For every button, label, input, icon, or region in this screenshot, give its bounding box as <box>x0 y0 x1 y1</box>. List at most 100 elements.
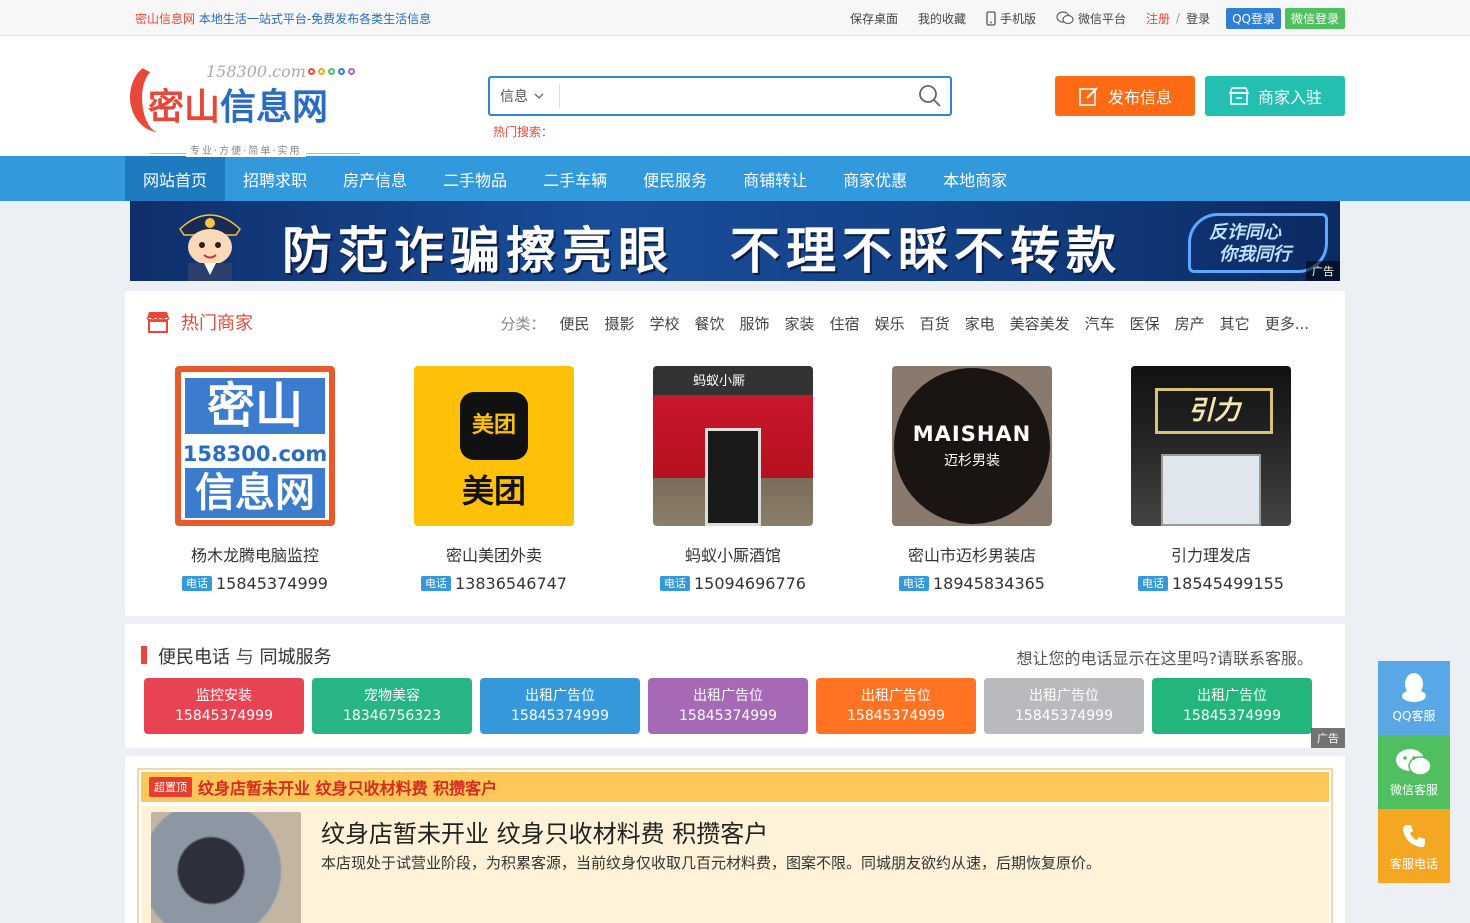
top-post-description: 本店现处于试营业阶段，为积累客源，当前纹身仅收取几百元材料费，图案不限。同城朋友… <box>321 854 1102 872</box>
merchant-join-button[interactable]: 商家入驻 <box>1205 76 1345 116</box>
edit-icon <box>1079 87 1098 106</box>
merchant-card[interactable]: 美团 美团 密山美团外卖 电话 13836546747 <box>414 366 574 593</box>
merchant-join-label: 商家入驻 <box>1257 88 1322 107</box>
top-post-body: 纹身店暂未开业 纹身只收材料费 积攒客户 本店现处于试营业阶段，为积累客源，当前… <box>141 806 1329 923</box>
logo-tagline: 专业·方便·简单·实用 <box>186 142 306 157</box>
nav-item-shop-transfer[interactable]: 商铺转让 <box>725 156 825 201</box>
nav-item-used-cars[interactable]: 二手车辆 <box>525 156 625 201</box>
search-category-select[interactable]: 信息 <box>490 84 560 108</box>
category-link[interactable]: 娱乐 <box>875 313 905 334</box>
search-input[interactable] <box>560 78 910 114</box>
service-tile[interactable]: 出租广告位 15845374999 <box>816 678 976 734</box>
category-more-link[interactable]: 更多... <box>1265 313 1309 334</box>
hot-merchants-panel: 热门商家 分类： 便民 摄影 学校 餐饮 服饰 家装 住宿 娱乐 百货 家电 美… <box>125 291 1345 616</box>
nav-item-home[interactable]: 网站首页 <box>125 156 226 201</box>
top-post-strip-title[interactable]: 纹身店暂未开业 纹身只收材料费 积攒客户 <box>198 775 497 799</box>
top-post[interactable]: 超置顶 纹身店暂未开业 纹身只收材料费 积攒客户 纹身店暂未开业 纹身只收材料费… <box>137 768 1333 923</box>
category-link[interactable]: 摄影 <box>604 313 634 334</box>
service-phone: 15845374999 <box>847 708 945 724</box>
services-title: 便民电话 与 同城服务 <box>158 643 331 669</box>
service-label: 出租广告位 <box>1197 688 1267 704</box>
wechat-icon <box>1396 749 1432 776</box>
nav-item-local-merchants[interactable]: 本地商家 <box>925 156 1025 201</box>
banner-badge-line1: 反诈同心 <box>1209 222 1281 243</box>
category-link[interactable]: 美容美发 <box>1010 313 1070 334</box>
merchant-image[interactable]: 美团 美团 <box>414 366 574 526</box>
merchant-card[interactable]: 引力 引力理发店 电话 18545499155 <box>1131 366 1291 593</box>
phone-tag: 电话 <box>182 576 212 591</box>
merchant-phone: 电话 18945834365 <box>892 574 1052 593</box>
wechat-service-button[interactable]: 微信客服 <box>1378 735 1450 809</box>
merchant-image[interactable]: 蚂蚁小厮 <box>653 366 813 526</box>
category-link[interactable]: 房产 <box>1175 313 1205 334</box>
favorites-link[interactable]: 我的收藏 <box>908 10 976 27</box>
category-link[interactable]: 住宿 <box>830 313 860 334</box>
category-link[interactable]: 汽车 <box>1085 313 1115 334</box>
anti-fraud-banner[interactable]: 防范诈骗擦亮眼 不理不睬不转款 反诈同心 你我同行 广告 <box>130 201 1340 281</box>
service-tile[interactable]: 出租广告位 15845374999 <box>984 678 1144 734</box>
category-label: 分类： <box>500 315 546 333</box>
wechat-platform-label: 微信平台 <box>1077 11 1126 26</box>
category-link[interactable]: 餐饮 <box>695 313 725 334</box>
search-button[interactable] <box>910 78 950 114</box>
phone-service-button[interactable]: 客服电话 <box>1378 809 1450 883</box>
service-phone: 15845374999 <box>1015 708 1113 724</box>
wechat-icon <box>1056 11 1074 25</box>
merchant-name[interactable]: 密山美团外卖 <box>414 542 574 566</box>
merchant-card[interactable]: 密山 158300.com 信息网 杨木龙腾电脑监控 电话 15845374999 <box>175 366 335 593</box>
top-post-strip: 超置顶 纹身店暂未开业 纹身只收材料费 积攒客户 <box>141 772 1329 802</box>
nav-item-services[interactable]: 便民服务 <box>625 156 725 201</box>
category-link[interactable]: 家装 <box>785 313 815 334</box>
category-link[interactable]: 其它 <box>1220 313 1250 334</box>
top-post-title[interactable]: 纹身店暂未开业 纹身只收材料费 积攒客户 <box>321 814 768 849</box>
site-logo[interactable]: 158300.com 密山信息网 专业·方便·简单·实用 <box>130 56 360 157</box>
category-link[interactable]: 学校 <box>649 313 679 334</box>
merchant-card[interactable]: 蚂蚁小厮 蚂蚁小厮酒馆 电话 15094696776 <box>653 366 813 593</box>
wechat-platform-link[interactable]: 微信平台 <box>1046 10 1136 27</box>
merchant-card[interactable]: MAISHAN 迈杉男装 密山市迈杉男装店 电话 18945834365 <box>892 366 1052 593</box>
service-tile[interactable]: 出租广告位 15845374999 <box>1152 678 1312 734</box>
merchant-image-text: 美团 <box>461 472 526 510</box>
register-link[interactable]: 注册 <box>1146 10 1170 27</box>
mobile-link[interactable]: 手机版 <box>976 10 1046 27</box>
wechat-login-button[interactable]: 微信登录 <box>1284 7 1345 29</box>
service-tile[interactable]: 出租广告位 15845374999 <box>648 678 808 734</box>
wechat-service-label: 微信客服 <box>1389 783 1438 797</box>
post-info-button[interactable]: 发布信息 <box>1055 76 1195 116</box>
qq-service-button[interactable]: QQ客服 <box>1378 661 1450 735</box>
nav-item-deals[interactable]: 商家优惠 <box>825 156 925 201</box>
nav-item-housing[interactable]: 房产信息 <box>325 156 425 201</box>
merchant-image-text: 引力 <box>1155 388 1273 434</box>
merchant-name[interactable]: 引力理发店 <box>1131 542 1291 566</box>
merchant-image-text: 158300.com <box>182 442 328 466</box>
service-tile[interactable]: 出租广告位 15845374999 <box>480 678 640 734</box>
save-desktop-link[interactable]: 保存桌面 <box>840 10 908 27</box>
category-link[interactable]: 百货 <box>920 313 950 334</box>
category-link[interactable]: 服饰 <box>740 313 770 334</box>
top-post-thumbnail[interactable] <box>151 812 301 923</box>
merchant-name[interactable]: 蚂蚁小厮酒馆 <box>653 542 813 566</box>
service-phone: 15845374999 <box>511 708 609 724</box>
phone-icon <box>1403 825 1425 848</box>
merchant-image[interactable]: 密山 158300.com 信息网 <box>175 366 335 526</box>
merchant-image[interactable]: MAISHAN 迈杉男装 <box>892 366 1052 526</box>
merchant-phone: 电话 13836546747 <box>414 574 574 593</box>
merchant-image[interactable]: 引力 <box>1131 366 1291 526</box>
service-label: 出租广告位 <box>861 688 931 704</box>
phone-number: 15094696776 <box>694 574 806 593</box>
merchant-name[interactable]: 杨木龙腾电脑监控 <box>175 542 335 566</box>
merchant-phone: 电话 15845374999 <box>175 574 335 593</box>
category-link[interactable]: 便民 <box>559 313 589 334</box>
service-tile[interactable]: 监控安装 15845374999 <box>144 678 304 734</box>
nav-item-jobs[interactable]: 招聘求职 <box>225 156 325 201</box>
qq-login-button[interactable]: QQ登录 <box>1226 7 1281 29</box>
banner-text: 防范诈骗擦亮眼 不理不睬不转款 <box>282 222 1122 280</box>
login-link[interactable]: 登录 <box>1186 10 1210 27</box>
category-link[interactable]: 家电 <box>965 313 995 334</box>
service-tile[interactable]: 宠物美容 18346756323 <box>312 678 472 734</box>
nav-item-secondhand[interactable]: 二手物品 <box>425 156 525 201</box>
merchant-name[interactable]: 密山市迈杉男装店 <box>892 542 1052 566</box>
mobile-label: 手机版 <box>999 11 1036 26</box>
site-name-link[interactable]: 密山信息网 <box>135 12 195 26</box>
category-link[interactable]: 医保 <box>1130 313 1160 334</box>
